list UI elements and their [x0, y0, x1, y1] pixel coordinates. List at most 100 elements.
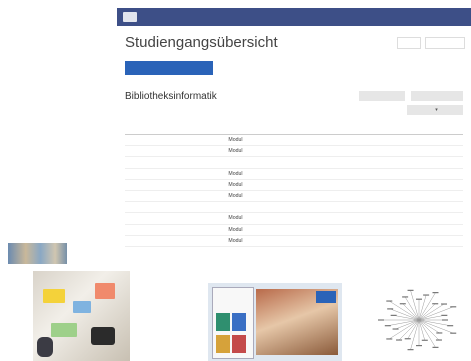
table-cell: Modul	[226, 190, 261, 203]
table-cell	[314, 235, 335, 247]
book-cover-shape	[232, 335, 246, 353]
module-name-link[interactable]	[125, 190, 227, 203]
table-cell	[334, 168, 463, 180]
chevron-down-icon: ▾	[435, 107, 438, 113]
column-header[interactable]	[287, 121, 315, 135]
column-header[interactable]	[314, 121, 335, 135]
university-logo-icon[interactable]	[123, 12, 137, 22]
table-cell	[314, 212, 335, 225]
module-name-link[interactable]	[125, 212, 227, 225]
network-node-label	[447, 325, 454, 327]
network-node-label	[407, 349, 414, 351]
header-red-button[interactable]	[397, 36, 421, 49]
network-node-label	[416, 298, 422, 300]
table-cell: Modul	[226, 212, 261, 225]
table-cell	[226, 156, 261, 169]
thumbnail-network-diagram[interactable]	[367, 278, 471, 361]
table-cell	[334, 145, 463, 158]
network-node-label	[423, 294, 430, 296]
table-cell	[260, 179, 288, 191]
table-cell	[287, 190, 315, 203]
table-row[interactable]: Modul	[125, 179, 463, 191]
thumbnail-photo-workshop[interactable]	[33, 271, 130, 361]
page-header: Studiengangsübersicht	[117, 26, 471, 55]
table-row[interactable]: Modul	[125, 134, 463, 147]
network-node-label	[442, 319, 448, 321]
app-window: Studiengangsübersicht Bibliotheksinforma…	[117, 8, 471, 256]
table-cell	[334, 190, 463, 203]
table-cell	[314, 201, 335, 214]
table-cell: Modul	[226, 134, 261, 147]
table-cell	[314, 134, 335, 147]
module-name-link[interactable]	[125, 145, 227, 158]
network-node-label	[441, 314, 448, 316]
thumbnail-screenshot-collage[interactable]	[208, 283, 342, 361]
table-cell	[287, 212, 315, 225]
network-node-label	[386, 338, 393, 340]
network-node-label	[432, 346, 439, 348]
sticky-note-shape	[95, 283, 115, 299]
table-cell	[334, 201, 463, 214]
table-row[interactable]: Modul	[125, 212, 463, 225]
sticky-note-shape	[73, 301, 91, 313]
table-cell: Modul	[226, 224, 261, 236]
table-row[interactable]: Modul	[125, 224, 463, 236]
table-cell	[260, 134, 288, 147]
module-name-link[interactable]	[125, 201, 227, 214]
table-row[interactable]	[125, 156, 463, 169]
table-cell	[260, 145, 288, 158]
thumbnail-photo-classroom[interactable]	[8, 243, 67, 264]
filter-dropdown[interactable]: ▾	[407, 105, 463, 115]
network-node-label	[392, 328, 399, 330]
section-header: Bibliotheksinformatik ▾	[117, 75, 471, 115]
table-cell	[334, 179, 463, 191]
primary-action-button[interactable]	[125, 61, 213, 75]
table-cell: Modul	[226, 235, 261, 247]
table-cell	[260, 224, 288, 236]
table-cell	[334, 224, 463, 236]
module-name-link[interactable]	[125, 168, 227, 180]
top-nav-bar	[117, 8, 471, 26]
module-name-link[interactable]	[125, 134, 227, 147]
table-cell	[260, 168, 288, 180]
filter-button-1[interactable]	[359, 91, 405, 101]
table-cell	[287, 134, 315, 147]
table-cell	[287, 235, 315, 247]
table-cell	[314, 168, 335, 180]
table-cell	[260, 201, 288, 214]
table-cell	[314, 179, 335, 191]
table-header-row	[125, 121, 463, 135]
table-row[interactable]: Modul	[125, 235, 463, 247]
module-name-link[interactable]	[125, 224, 227, 236]
overlay-window-shape	[316, 291, 336, 303]
network-edge	[418, 292, 436, 321]
table-row[interactable]: Modul	[125, 168, 463, 180]
table-cell	[287, 201, 315, 214]
table-cell	[287, 145, 315, 158]
module-name-link[interactable]	[125, 235, 227, 247]
table-cell	[314, 190, 335, 203]
header-blue-button[interactable]	[425, 36, 465, 49]
table-row[interactable]: Modul	[125, 190, 463, 203]
table-cell	[260, 190, 288, 203]
table-cell	[314, 145, 335, 158]
column-header[interactable]	[260, 121, 288, 135]
column-header[interactable]	[125, 121, 227, 135]
column-header[interactable]	[334, 121, 463, 135]
network-node-label	[421, 339, 428, 341]
module-name-link[interactable]	[125, 179, 227, 191]
module-name-link[interactable]	[125, 156, 227, 169]
sticky-note-shape	[43, 289, 65, 303]
network-node-label	[432, 303, 439, 305]
network-node-label	[450, 306, 457, 308]
book-cover-shape	[216, 335, 230, 353]
book-cover-shape	[216, 313, 230, 331]
table-row[interactable]: Modul	[125, 145, 463, 158]
column-header[interactable]	[226, 121, 261, 135]
table-cell	[260, 235, 288, 247]
network-node-label	[407, 289, 414, 291]
filter-button-2[interactable]	[411, 91, 463, 101]
network-node-label	[436, 332, 443, 334]
network-node-label	[384, 325, 391, 327]
table-row[interactable]	[125, 201, 463, 214]
